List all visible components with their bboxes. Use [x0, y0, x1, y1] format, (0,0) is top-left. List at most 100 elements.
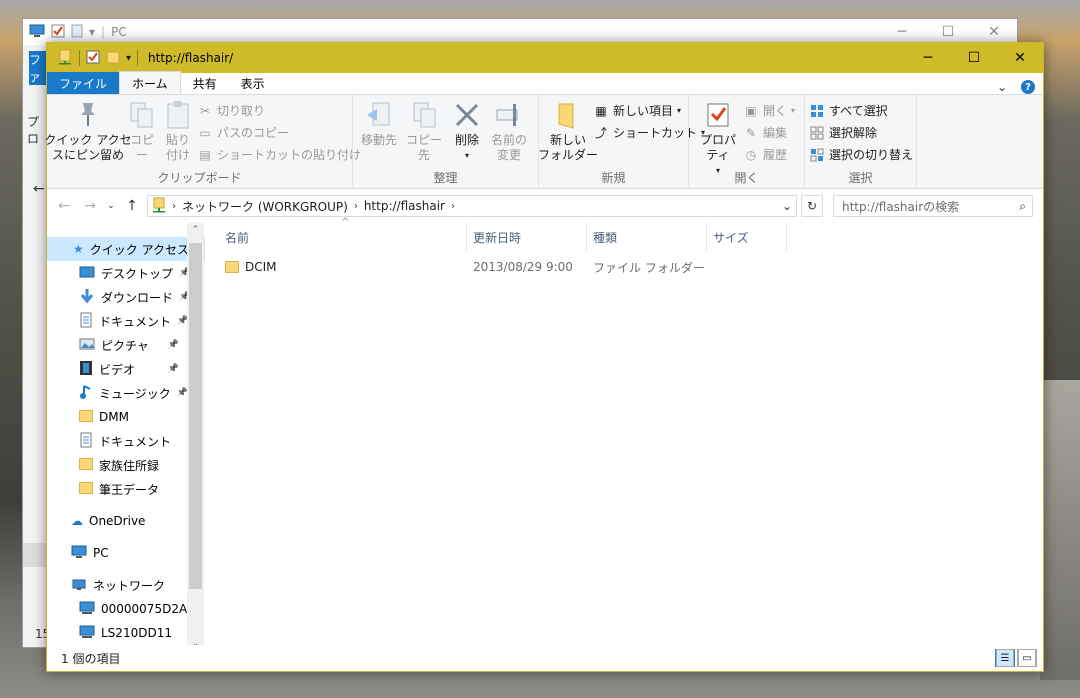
explorer-window[interactable]: ▾ http://flashair/ ─ ☐ ✕ ファイル ホーム 共有 表示 …: [44, 42, 1044, 672]
cut-label: 切り取り: [217, 104, 266, 118]
select-none-button[interactable]: 選択解除: [809, 123, 913, 142]
nav-quick-access[interactable]: ★ クイック アクセス: [47, 237, 205, 261]
shortcut-icon: ⤴: [594, 126, 607, 140]
column-date[interactable]: 更新日時: [467, 223, 587, 251]
folder-icon: [79, 409, 93, 425]
nav-item[interactable]: ピクチャ 📌: [47, 333, 205, 357]
nav-item[interactable]: ミュージック 📌: [47, 381, 205, 405]
select-none-icon: [809, 125, 825, 141]
help-icon[interactable]: ?: [1021, 80, 1035, 94]
maximize-button[interactable]: ☐: [951, 43, 997, 73]
open-button[interactable]: ▣ 開く ▾: [743, 101, 795, 120]
breadcrumb-network[interactable]: ネットワーク (WORKGROUP): [182, 198, 348, 215]
column-size[interactable]: サイズ: [707, 223, 787, 251]
refresh-button[interactable]: ↻: [801, 195, 823, 217]
history-icon: ◷: [745, 147, 757, 162]
paste-shortcut-button[interactable]: ▤ ショートカットの貼り付け: [197, 145, 361, 164]
breadcrumb-chevron-icon[interactable]: ›: [172, 201, 176, 212]
history-button[interactable]: ◷ 履歴: [743, 145, 795, 164]
nav-network-device[interactable]: 00000075D2AA: [47, 597, 205, 621]
invert-selection-button[interactable]: 選択の切り替え: [809, 145, 913, 164]
expand-ribbon-icon[interactable]: ⌄: [997, 80, 1007, 94]
bg-minimize-button[interactable]: ─: [879, 24, 925, 40]
ribbon-tabs: ファイル ホーム 共有 表示 ⌄ ?: [47, 71, 1043, 95]
column-type[interactable]: 種類: [587, 223, 707, 251]
navigation-pane[interactable]: ★ クイック アクセス デスクトップ 📌 ダウンロード 📌 ドキュメント 📌 ピクチャ 📌 ビデ…: [47, 223, 205, 645]
details-view-button[interactable]: ☰: [995, 649, 1015, 667]
search-icon[interactable]: ⌕: [1019, 199, 1026, 214]
nav-item[interactable]: 家族住所録: [47, 453, 205, 477]
pictures-icon: [79, 337, 95, 354]
nav-network-device-label: LS210DD11: [101, 626, 172, 640]
scrollbar-thumb[interactable]: [189, 243, 202, 589]
open-group: プロパティ ▾ ▣ 開く ▾ ✎ 編集 ◷ 履歴 開く: [689, 95, 805, 189]
bg-back-arrow-icon[interactable]: ←: [33, 181, 45, 197]
tab-file[interactable]: ファイル: [47, 72, 120, 94]
delete-x-icon: [451, 99, 483, 131]
bg-maximize-button[interactable]: ☐: [925, 24, 971, 40]
copy-to-icon: [408, 99, 440, 131]
nav-item[interactable]: ダウンロード 📌: [47, 285, 205, 309]
nav-network-device[interactable]: LS210DD11: [47, 621, 205, 645]
music-icon: [79, 384, 93, 403]
copy-icon: [126, 99, 158, 131]
nav-item[interactable]: DMM: [47, 405, 205, 429]
edit-label: 編集: [763, 126, 788, 140]
download-icon: [79, 288, 95, 307]
forward-arrow-icon[interactable]: →: [79, 198, 101, 214]
tab-share[interactable]: 共有: [181, 72, 229, 94]
file-list[interactable]: ^ 名前 更新日時 種類 サイズ DCIM 2013/08/29 9:00 ファ…: [205, 217, 1043, 645]
address-bar[interactable]: › ネットワーク (WORKGROUP) › http://flashair ›…: [147, 195, 797, 217]
pin-icon: [72, 99, 104, 131]
nav-item[interactable]: ビデオ 📌: [47, 357, 205, 381]
up-arrow-icon[interactable]: ↑: [121, 198, 143, 214]
nav-item[interactable]: ドキュメント: [47, 429, 205, 453]
new-item-icon: ▦: [595, 103, 607, 118]
search-input[interactable]: http://flashairの検索 ⌕: [833, 195, 1033, 217]
nav-scrollbar[interactable]: ⌃ ⌄: [187, 223, 204, 645]
breadcrumb-chevron-icon[interactable]: ›: [354, 201, 358, 212]
tab-home[interactable]: ホーム: [119, 71, 181, 94]
copy-path-button[interactable]: ▭ パスのコピー: [197, 123, 361, 142]
close-button[interactable]: ✕: [997, 43, 1043, 73]
address-dropdown-icon[interactable]: ⌄: [782, 199, 792, 213]
status-bar: 1 個の項目 ☰ ▭: [47, 645, 1043, 671]
nav-network[interactable]: ネットワーク: [47, 573, 205, 597]
delete-dropdown-icon[interactable]: ▾: [465, 148, 469, 163]
video-icon: [79, 360, 93, 379]
column-name[interactable]: 名前: [205, 223, 467, 251]
select-none-label: 選択解除: [829, 126, 878, 140]
large-icons-view-button[interactable]: ▭: [1017, 649, 1037, 667]
cut-button[interactable]: ✂ 切り取り: [197, 101, 361, 120]
nav-item[interactable]: 筆王データ: [47, 477, 205, 501]
properties-check-icon[interactable]: [86, 50, 100, 67]
nav-item[interactable]: デスクトップ 📌: [47, 261, 205, 285]
organize-group: 移動先 コピー先 削除 ▾ 名前の 変更 整理: [353, 95, 539, 189]
back-arrow-icon[interactable]: ←: [53, 198, 75, 214]
nav-item[interactable]: ドキュメント 📌: [47, 309, 205, 333]
select-all-button[interactable]: すべて選択: [809, 101, 913, 120]
pin-icon[interactable]: 📌: [168, 340, 179, 350]
nav-pc[interactable]: PC: [47, 541, 205, 565]
nav-onedrive[interactable]: ☁ OneDrive: [47, 509, 205, 533]
copy-label: コピー: [129, 133, 154, 162]
new-folder-qat-icon[interactable]: [106, 50, 120, 67]
pin-icon[interactable]: 📌: [168, 364, 179, 374]
minimize-button[interactable]: ─: [905, 43, 951, 73]
blank-doc-icon: [71, 24, 83, 41]
recent-locations-icon[interactable]: ⌄: [105, 201, 117, 211]
tab-view[interactable]: 表示: [229, 72, 277, 94]
network-location-icon: [152, 197, 166, 216]
delete-label: 削除: [454, 133, 479, 147]
select-all-label: すべて選択: [829, 104, 888, 118]
customize-qat-icon[interactable]: ▾: [89, 25, 95, 39]
breadcrumb-chevron-icon[interactable]: ›: [451, 201, 455, 212]
file-row[interactable]: DCIM 2013/08/29 9:00 ファイル フォルダー: [205, 255, 1043, 279]
move-to-label: 移動先: [360, 133, 397, 147]
customize-qat-icon[interactable]: ▾: [126, 53, 131, 64]
edit-button[interactable]: ✎ 編集: [743, 123, 795, 142]
column-headers: ^ 名前 更新日時 種類 サイズ: [205, 217, 1043, 251]
breadcrumb-flashair[interactable]: http://flashair: [364, 199, 445, 213]
bg-close-button[interactable]: ✕: [971, 24, 1017, 40]
scroll-up-icon[interactable]: ⌃: [187, 225, 204, 235]
